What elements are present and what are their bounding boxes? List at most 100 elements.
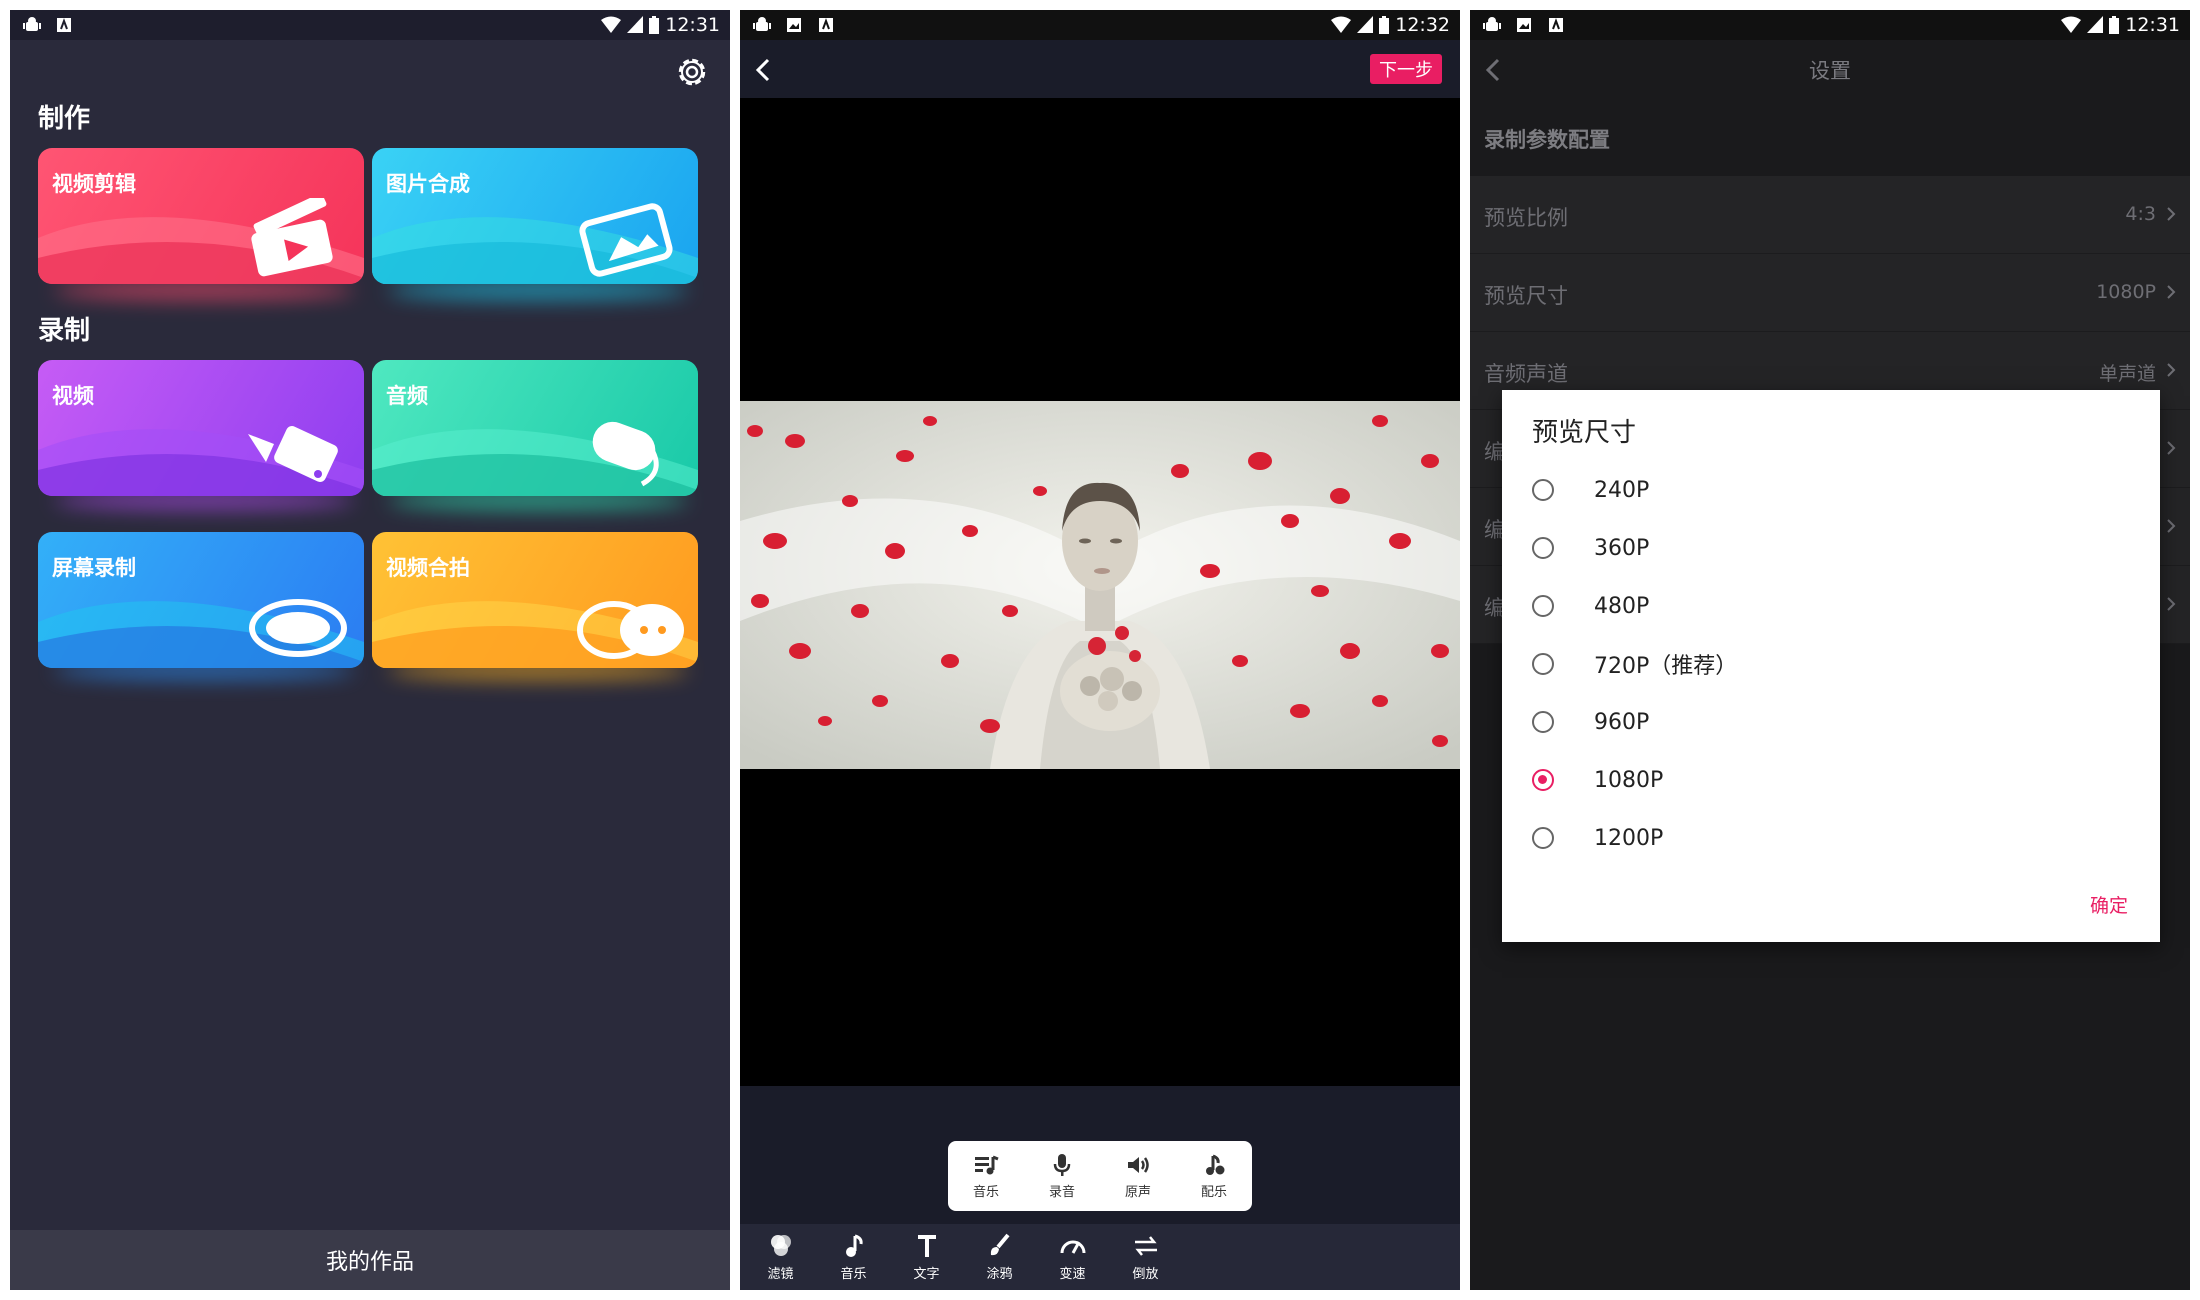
radio-button-selected[interactable]: [1532, 769, 1554, 791]
next-step-button[interactable]: 下一步: [1370, 54, 1442, 84]
popup-music-button[interactable]: 音乐: [948, 1141, 1024, 1211]
tool-text[interactable]: 文字: [890, 1224, 963, 1290]
radio-button[interactable]: [1532, 479, 1554, 501]
option-1200p[interactable]: 1200P: [1532, 818, 1663, 858]
home-screen: 12:31 制作 视频剪辑 图片合成 录制 视频 音频 屏幕录制 视频合拍 我的…: [10, 10, 730, 1290]
card-label: 图片合成: [386, 172, 470, 196]
card-label: 视频: [52, 384, 94, 408]
option-240p[interactable]: 240P: [1532, 470, 1649, 510]
card-video-record[interactable]: 视频: [38, 360, 364, 496]
tool-label: 文字: [913, 1266, 940, 1282]
android-icon: [752, 15, 772, 35]
card-screen-record[interactable]: 屏幕录制: [38, 532, 364, 668]
image-notification-icon: [784, 15, 804, 35]
radio-button[interactable]: [1532, 711, 1554, 733]
tool-filter[interactable]: 滤镜: [744, 1224, 817, 1290]
tool-label: 倒放: [1132, 1266, 1159, 1282]
popup-soundtrack-button[interactable]: 配乐: [1176, 1141, 1252, 1211]
notification-a-icon: [816, 15, 836, 35]
row-value: 4:3: [2125, 203, 2156, 225]
card-video-edit[interactable]: 视频剪辑: [38, 148, 364, 284]
settings-screen: 12:31 设置 录制参数配置 预览比例 4:3 预览尺寸 1080P 音频声道…: [1470, 10, 2190, 1290]
row-label: 预览尺寸: [1484, 284, 1568, 308]
video-frame-image: [740, 401, 1460, 769]
option-360p[interactable]: 360P: [1532, 528, 1649, 568]
tool-doodle[interactable]: 涂鸦: [963, 1224, 1036, 1290]
wifi-icon: [1331, 16, 1352, 33]
option-480p[interactable]: 480P: [1532, 586, 1649, 626]
card-label: 屏幕录制: [52, 556, 136, 580]
microphone-icon: [592, 421, 659, 487]
tool-label: 涂鸦: [986, 1266, 1013, 1282]
video-camera-icon: [248, 426, 338, 482]
setting-row-preview-ratio[interactable]: 预览比例 4:3: [1470, 176, 2190, 254]
popup-music-label: 音乐: [972, 1184, 999, 1200]
row-value: 1080P: [2096, 281, 2156, 303]
chevron-right-icon: [2167, 519, 2176, 533]
popup-record-button[interactable]: 录音: [1024, 1141, 1100, 1211]
option-label: 720P（推荐）: [1594, 654, 1738, 679]
tool-reverse[interactable]: 倒放: [1109, 1224, 1182, 1290]
editor-toolbar: 滤镜 音乐 文字 涂鸦 变速 倒放: [740, 1224, 1460, 1290]
my-works-button[interactable]: 我的作品: [10, 1230, 730, 1290]
row-label: 音频声道: [1484, 362, 1568, 386]
row-label: 预览比例: [1484, 206, 1568, 230]
section-header: 录制参数配置: [1470, 98, 2190, 176]
radio-button[interactable]: [1532, 537, 1554, 559]
wifi-icon: [601, 16, 622, 33]
card-label: 音频: [386, 384, 428, 408]
section-title-make: 制作: [38, 104, 91, 134]
chevron-right-icon: [2167, 207, 2176, 221]
chevron-right-icon: [2167, 285, 2176, 299]
option-label: 240P: [1594, 477, 1650, 503]
tool-music[interactable]: 音乐: [817, 1224, 890, 1290]
popup-original-sound-button[interactable]: 原声: [1100, 1141, 1176, 1211]
preview-size-dialog: 预览尺寸 240P 360P 480P 720P（推荐） 960P 1080P …: [1502, 390, 2160, 942]
option-720p[interactable]: 720P（推荐）: [1532, 644, 1737, 684]
reverse-icon: [1134, 1235, 1157, 1256]
tool-speed[interactable]: 变速: [1036, 1224, 1109, 1290]
editor-header: 下一步: [740, 40, 1460, 98]
card-image-compose[interactable]: 图片合成: [372, 148, 698, 284]
card-audio-record[interactable]: 音频: [372, 360, 698, 496]
text-icon: [917, 1234, 936, 1257]
image-notification-icon: [1514, 15, 1534, 35]
radio-button[interactable]: [1532, 595, 1554, 617]
clapperboard-icon: [251, 198, 333, 277]
row-value: 单声道: [2098, 363, 2156, 385]
music-list-icon: [975, 1155, 999, 1174]
confirm-button[interactable]: 确定: [2090, 891, 2128, 918]
setting-row-preview-size[interactable]: 预览尺寸 1080P: [1470, 254, 2190, 332]
card-label: 视频剪辑: [52, 172, 136, 196]
note-plus-icon: [1206, 1154, 1225, 1175]
notification-a-icon: [1546, 15, 1566, 35]
video-preview[interactable]: [740, 98, 1460, 1086]
tool-label: 音乐: [840, 1266, 867, 1282]
status-time: 12:31: [665, 14, 720, 36]
mic-icon: [1053, 1153, 1071, 1176]
tool-label: 变速: [1059, 1266, 1086, 1282]
radio-button[interactable]: [1532, 827, 1554, 849]
option-960p[interactable]: 960P: [1532, 702, 1649, 742]
status-time: 12:32: [1395, 14, 1450, 36]
status-bar: 12:32: [740, 10, 1460, 40]
brush-icon: [990, 1233, 1010, 1255]
radio-button[interactable]: [1532, 653, 1554, 675]
section-title: 录制参数配置: [1484, 128, 1610, 152]
back-chevron-icon[interactable]: [752, 56, 776, 84]
option-1080p[interactable]: 1080P: [1532, 760, 1663, 800]
page-title: 设置: [1809, 59, 1851, 83]
notification-a-icon: [54, 15, 74, 35]
popup-record-label: 录音: [1048, 1184, 1075, 1200]
music-note-icon: [845, 1234, 863, 1257]
battery-icon: [1379, 16, 1390, 34]
status-bar: 12:31: [1470, 10, 2190, 40]
android-icon: [22, 15, 42, 35]
settings-gear-icon[interactable]: [672, 52, 712, 92]
option-label: 360P: [1594, 535, 1650, 561]
card-label: 视频合拍: [386, 556, 470, 580]
card-video-duet[interactable]: 视频合拍: [372, 532, 698, 668]
record-ring-icon: [249, 599, 347, 657]
signal-icon: [1357, 16, 1374, 33]
status-time: 12:31: [2125, 14, 2180, 36]
